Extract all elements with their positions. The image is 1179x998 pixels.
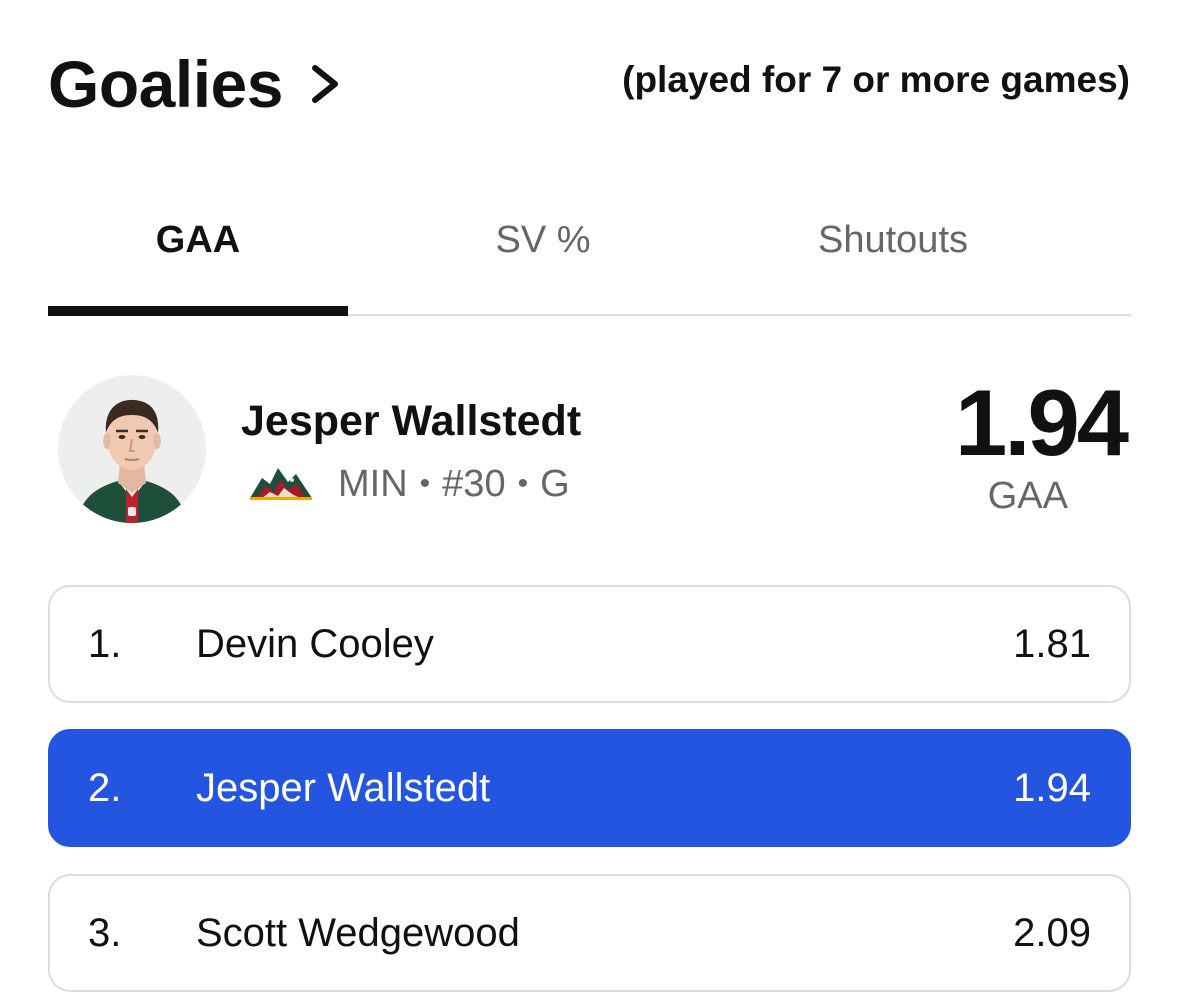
featured-stat-value: 1.94 <box>955 370 1129 475</box>
player-headshot-image <box>58 375 206 523</box>
tab-gaa[interactable]: GAA <box>48 190 348 314</box>
goalies-title-link[interactable]: Goalies <box>48 40 343 128</box>
chevron-right-icon <box>311 65 338 103</box>
ranking-position: 2. <box>88 766 122 810</box>
minnesota-wild-logo <box>250 468 312 500</box>
player-meta: MIN • #30 • G <box>248 459 570 509</box>
meta-separator: • <box>419 467 431 500</box>
ranking-stat-value: 2.09 <box>1013 911 1091 955</box>
stat-tabs: GAA SV % Shutouts <box>48 190 1131 316</box>
player-number: #30 <box>442 463 506 505</box>
featured-player-name: Jesper Wallstedt <box>241 397 582 445</box>
games-played-note: (played for 7 or more games) <box>622 59 1130 100</box>
ranking-position: 1. <box>88 622 122 666</box>
ranking-position: 3. <box>88 911 122 955</box>
featured-player-card[interactable]: Jesper Wallstedt MIN • #30 • G 1.94 GAA <box>58 375 1130 525</box>
tab-shutouts[interactable]: Shutouts <box>738 190 1048 314</box>
active-tab-indicator <box>48 306 348 316</box>
ranking-stat-value: 1.81 <box>1013 622 1091 666</box>
ranking-player-name: Devin Cooley <box>196 622 434 666</box>
ranking-stat-value: 1.94 <box>1013 766 1091 810</box>
ranking-row-highlighted[interactable]: 2. Jesper Wallstedt 1.94 <box>48 729 1131 847</box>
featured-stat-label: GAA <box>987 475 1068 517</box>
ranking-row[interactable]: 1. Devin Cooley 1.81 <box>48 585 1131 703</box>
player-headshot <box>58 375 206 523</box>
section-header: Goalies (played for 7 or more games) <box>48 40 1130 130</box>
meta-separator: • <box>517 467 529 500</box>
ranking-player-name: Jesper Wallstedt <box>196 766 491 810</box>
page-title: Goalies <box>48 47 283 121</box>
ranking-player-name: Scott Wedgewood <box>196 911 520 955</box>
tab-sv-percent[interactable]: SV % <box>393 190 693 314</box>
ranking-row[interactable]: 3. Scott Wedgewood 2.09 <box>48 874 1131 992</box>
player-team: MIN <box>338 463 408 505</box>
player-position: G <box>540 463 570 505</box>
